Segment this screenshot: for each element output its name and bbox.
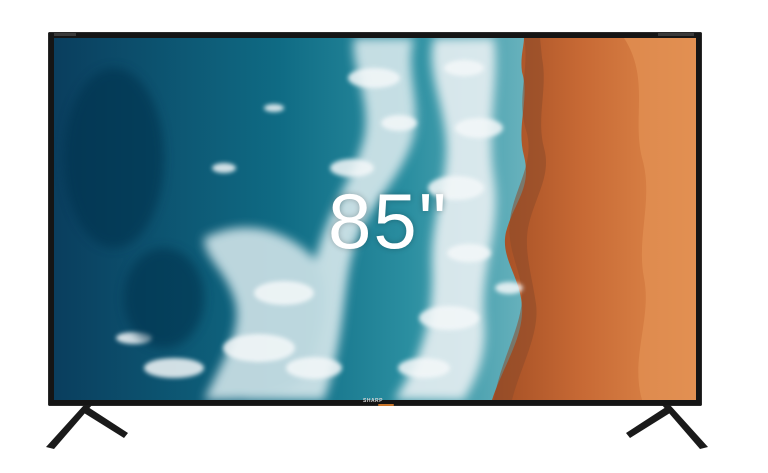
screen-size-label: 85": [328, 177, 449, 265]
left-stand-leg-icon: [46, 405, 128, 449]
right-stand-leg-icon: [626, 405, 708, 449]
bezel-marking-right: [658, 33, 694, 36]
power-indicator: [378, 404, 394, 406]
bezel-marking-left: [54, 33, 76, 36]
tv-frame: 85" SHARP: [48, 32, 702, 406]
tv-screen: 85": [54, 38, 696, 400]
